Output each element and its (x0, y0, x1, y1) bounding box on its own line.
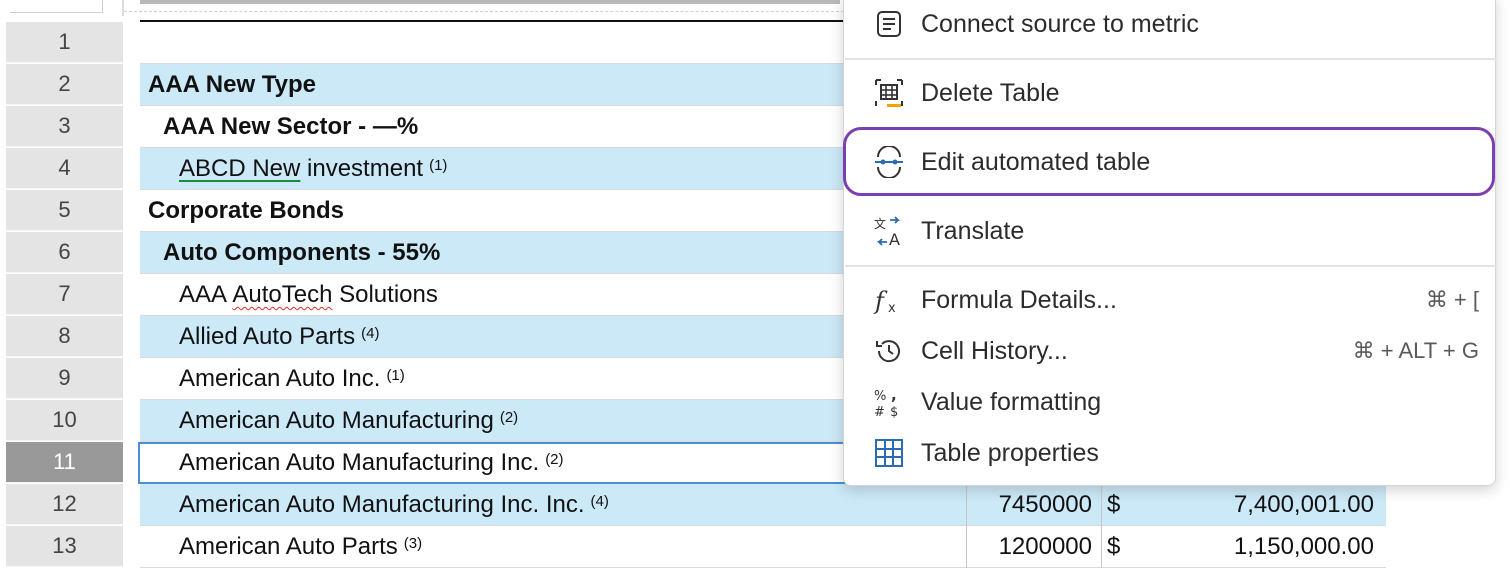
investment-name-text: American Auto Manufacturing (179, 407, 494, 434)
investment-name-text: Allied Auto Parts (179, 323, 356, 350)
table-row[interactable]: American Auto Manufacturing Inc. Inc. (4… (140, 484, 1386, 526)
footnote-ref: (4) (361, 324, 380, 342)
currency-symbol: $ (1107, 491, 1121, 518)
grid-delete-icon (872, 76, 906, 110)
row-number-selected[interactable]: 11 (6, 442, 123, 483)
sector-heading: Auto Components - 55% (163, 239, 441, 266)
spell-error-text[interactable]: AutoTech (232, 281, 332, 309)
menu-item-cell-history[interactable]: Cell History... ⌘ + ALT + G (844, 322, 1495, 380)
percent-hash-icon: % , # $ (872, 385, 906, 419)
corner-cell (10, 0, 103, 13)
row-number[interactable]: 6 (6, 232, 123, 273)
quantity-cell[interactable]: 7450000 (999, 484, 1092, 526)
function-icon: f x (872, 283, 906, 317)
shortcut-hint: ⌘ + [ (1425, 287, 1479, 312)
row-number[interactable]: 3 (6, 106, 123, 147)
investment-name: American Auto Inc. (1) (179, 358, 405, 400)
footnote-ref: (2) (545, 450, 564, 468)
gutter-edge (122, 0, 124, 16)
menu-item-delete-table[interactable]: Delete Table (844, 64, 1495, 122)
row-number[interactable]: 2 (6, 64, 123, 105)
menu-separator (845, 265, 1496, 267)
menu-item-label: Connect source to metric (921, 9, 1199, 38)
footnote-ref: (2) (499, 408, 519, 426)
selected-cell[interactable]: American Auto Manufacturing Inc. (2) (138, 442, 848, 484)
menu-item-label: Table properties (921, 438, 1099, 467)
investment-name-text: American Auto Parts (179, 533, 398, 560)
menu-item-value-formatting[interactable]: % , # $ Value formatting (844, 373, 1495, 431)
menu-item-label: Value formatting (921, 387, 1102, 416)
row-number[interactable]: 10 (6, 400, 123, 441)
type-heading: AAA New Type (148, 71, 317, 98)
menu-item-label: Cell History... (921, 336, 1068, 365)
menu-item-connect-source[interactable]: Connect source to metric (844, 0, 1495, 53)
svg-text:A: A (889, 230, 900, 247)
footnote-ref: (1) (429, 156, 448, 174)
investment-name: American Auto Parts (3) (179, 526, 422, 568)
row-number[interactable]: 12 (6, 484, 123, 525)
svg-text:%: % (874, 389, 886, 404)
row-number[interactable]: 9 (6, 358, 123, 399)
svg-text:f: f (873, 287, 888, 315)
column-divider (1101, 484, 1102, 526)
investment-name-part: Solutions (332, 281, 438, 308)
column-divider (966, 526, 967, 568)
list-document-icon (872, 7, 906, 41)
row-number[interactable]: 1 (6, 22, 123, 63)
menu-item-label: Translate (921, 216, 1025, 245)
dashed-guide (124, 11, 844, 12)
menu-item-translate[interactable]: 文 A Translate (844, 202, 1495, 260)
investment-name-part: AAA (179, 281, 233, 308)
shortcut-hint: ⌘ + ALT + G (1352, 338, 1479, 363)
investment-name: American Auto Manufacturing Inc. (2) (179, 442, 564, 484)
investment-name: AAA AutoTech Solutions (179, 274, 438, 316)
row-number[interactable]: 13 (6, 526, 123, 567)
row-number[interactable]: 8 (6, 316, 123, 357)
translate-icon: 文 A (872, 214, 906, 248)
menu-item-table-properties[interactable]: Table properties (844, 424, 1495, 482)
highlight-outline (843, 127, 1495, 196)
svg-text:#: # (874, 405, 885, 418)
investment-name-text: American Auto Manufacturing Inc. Inc. (179, 491, 585, 518)
investment-name-text: American Auto Manufacturing Inc. (179, 449, 540, 476)
investment-name: ABCD New investment (1) (179, 148, 447, 190)
investment-name-text: American Auto Inc. (179, 365, 381, 392)
footnote-ref: (1) (386, 366, 405, 384)
row-number[interactable]: 7 (6, 274, 123, 315)
value-cell[interactable]: 1,150,000.00 (1234, 526, 1374, 568)
quantity-cell[interactable]: 1200000 (999, 526, 1092, 568)
menu-item-label: Delete Table (921, 78, 1060, 107)
investment-name: American Auto Manufacturing (2) (179, 400, 518, 442)
currency-symbol: $ (1107, 533, 1121, 560)
history-clock-icon (872, 334, 906, 368)
menu-separator (845, 58, 1496, 60)
svg-text:x: x (888, 301, 896, 316)
investment-name: American Auto Manufacturing Inc. Inc. (4… (179, 484, 609, 526)
table-row[interactable]: American Auto Parts (3) 1200000 $ 1,150,… (140, 526, 1386, 568)
column-divider (966, 484, 967, 526)
menu-item-formula-details[interactable]: f x Formula Details... ⌘ + [ (844, 271, 1495, 329)
type-heading: Corporate Bonds (148, 197, 345, 224)
investment-name-rest: investment (300, 155, 424, 182)
row-number[interactable]: 4 (6, 148, 123, 189)
footnote-ref: (3) (403, 534, 423, 552)
svg-text:文: 文 (874, 216, 886, 231)
svg-text:,: , (891, 386, 897, 404)
spell-suggest-text[interactable]: ABCD New (179, 155, 300, 183)
footnote-ref: (4) (590, 492, 609, 510)
context-menu: Connect source to metric Delete Table Ed… (843, 0, 1496, 486)
sector-heading: AAA New Sector - —% (163, 113, 419, 140)
column-header-bar (140, 0, 840, 4)
investment-name: Allied Auto Parts (4) (179, 316, 379, 358)
table-grid-icon (872, 436, 906, 470)
svg-text:$: $ (890, 405, 898, 418)
row-number[interactable]: 5 (6, 190, 123, 231)
value-cell[interactable]: 7,400,001.00 (1234, 484, 1374, 526)
column-divider (1101, 526, 1102, 568)
menu-item-label: Formula Details... (921, 285, 1117, 314)
